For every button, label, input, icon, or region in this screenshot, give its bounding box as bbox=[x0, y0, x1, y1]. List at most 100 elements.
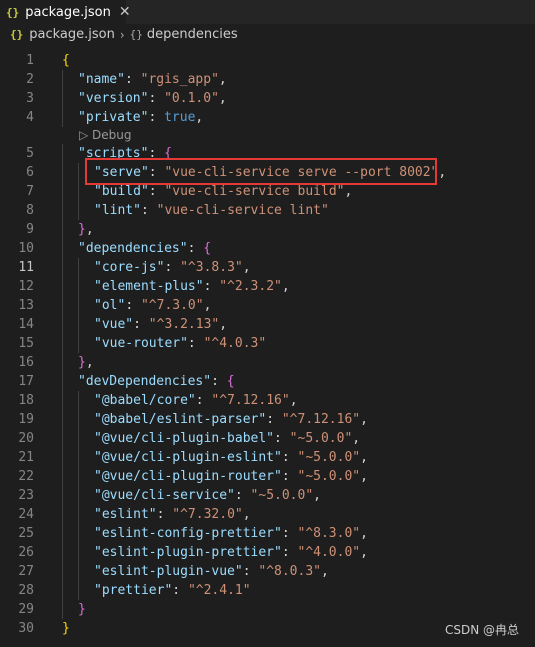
code-line[interactable]: 13 "ol": "^7.3.0", bbox=[0, 296, 535, 315]
line-number: 4 bbox=[26, 110, 34, 125]
code-token: , bbox=[195, 110, 204, 125]
code-token: true bbox=[164, 110, 196, 125]
code-token: "private" bbox=[78, 110, 149, 125]
line-number: 25 bbox=[18, 526, 34, 541]
code-token: , bbox=[218, 91, 227, 106]
code-token: , bbox=[85, 355, 94, 370]
indent-guide bbox=[62, 70, 63, 89]
indent-guide bbox=[62, 353, 63, 372]
indent-guide bbox=[78, 486, 79, 505]
code-token: : bbox=[281, 545, 298, 560]
indent-guide bbox=[62, 429, 63, 448]
code-content: { bbox=[62, 51, 70, 70]
code-token: : bbox=[140, 203, 157, 218]
code-line[interactable]: 23 "@vue/cli-service": "~5.0.0", bbox=[0, 486, 535, 505]
indent-guide bbox=[62, 144, 63, 163]
code-token: { bbox=[203, 241, 212, 256]
code-line[interactable]: 21 "@vue/cli-plugin-eslint": "~5.0.0", bbox=[0, 448, 535, 467]
code-token: , bbox=[360, 469, 368, 484]
object-symbol-icon: {} bbox=[129, 28, 143, 41]
breadcrumb: {} package.json › {} dependencies bbox=[0, 24, 535, 45]
breadcrumb-file[interactable]: package.json bbox=[29, 27, 115, 42]
code-token: "~5.0.0" bbox=[250, 488, 314, 503]
code-editor[interactable]: 1{2 "name": "rgis_app", 3 "version": "0.1.0… bbox=[0, 51, 535, 638]
indent-guide bbox=[78, 581, 79, 600]
code-token: "@babel/eslint-parser" bbox=[94, 412, 267, 427]
code-line[interactable]: 24 "eslint": "^7.32.0", bbox=[0, 505, 535, 524]
code-line[interactable]: 26 "eslint-plugin-prettier": "^4.0.0", bbox=[0, 543, 535, 562]
code-token: , bbox=[85, 222, 94, 237]
code-line[interactable]: 10 "dependencies": { bbox=[0, 239, 535, 258]
code-line[interactable]: 1{ bbox=[0, 51, 535, 70]
code-token: : bbox=[211, 374, 227, 389]
code-token: "^7.12.16" bbox=[211, 393, 290, 408]
code-content: "name": "rgis_app", bbox=[62, 70, 227, 89]
code-token: : bbox=[172, 583, 188, 598]
line-number: 13 bbox=[18, 298, 34, 313]
code-line[interactable]: 15 "vue-router": "^4.0.3" bbox=[0, 334, 535, 353]
code-line[interactable]: 11 "core-js": "^3.8.3", bbox=[0, 258, 535, 277]
code-token: "@vue/cli-plugin-babel" bbox=[94, 431, 275, 446]
code-line[interactable]: 16}, bbox=[0, 353, 535, 372]
code-line[interactable]: 18 "@babel/core": "^7.12.16", bbox=[0, 391, 535, 410]
breadcrumb-symbol[interactable]: dependencies bbox=[147, 27, 238, 42]
code-token: , bbox=[218, 72, 227, 87]
code-line[interactable]: 17 "devDependencies": { bbox=[0, 372, 535, 391]
indent-guide bbox=[62, 543, 63, 562]
code-token: "^3.2.13" bbox=[148, 317, 220, 332]
code-token: : bbox=[195, 393, 212, 408]
code-token: "^2.3.2" bbox=[219, 279, 282, 294]
line-number: 1 bbox=[26, 53, 34, 68]
code-content: "lint": "vue-cli-service lint" bbox=[62, 201, 329, 220]
code-line[interactable]: 19 "@babel/eslint-parser": "^7.12.16", bbox=[0, 410, 535, 429]
indent-guide bbox=[78, 467, 79, 486]
code-token: : bbox=[242, 564, 259, 579]
code-content: }, bbox=[62, 220, 94, 239]
code-line[interactable]: 20 "@vue/cli-plugin-babel": "~5.0.0", bbox=[0, 429, 535, 448]
code-line[interactable]: 27 "eslint-plugin-vue": "^8.0.3", bbox=[0, 562, 535, 581]
code-line[interactable]: 29} bbox=[0, 600, 535, 619]
code-line[interactable]: 2 "name": "rgis_app", bbox=[0, 70, 535, 89]
code-token: { bbox=[62, 53, 70, 68]
code-content: "@babel/eslint-parser": "^7.12.16", bbox=[62, 410, 368, 429]
code-line[interactable]: 3 "version": "0.1.0", bbox=[0, 89, 535, 108]
code-line[interactable]: 9}, bbox=[0, 220, 535, 239]
code-token: : bbox=[281, 526, 298, 541]
code-line[interactable]: 4 "private": true, bbox=[0, 108, 535, 127]
code-line[interactable]: 12 "element-plus": "^2.3.2", bbox=[0, 277, 535, 296]
code-line[interactable]: 8 "lint": "vue-cli-service lint" bbox=[0, 201, 535, 220]
code-token: "^2.4.1" bbox=[187, 583, 251, 598]
line-number: 7 bbox=[26, 184, 34, 199]
code-content: "eslint": "^7.32.0", bbox=[62, 505, 251, 524]
code-token: } bbox=[78, 602, 86, 617]
code-token: , bbox=[321, 564, 329, 579]
code-token: "^8.3.0" bbox=[297, 526, 361, 541]
code-token: "version" bbox=[78, 91, 149, 106]
code-line[interactable]: 22 "@vue/cli-plugin-router": "~5.0.0", bbox=[0, 467, 535, 486]
code-token: "eslint-config-prettier" bbox=[94, 526, 282, 541]
line-number: 16 bbox=[18, 355, 34, 370]
code-token: , bbox=[360, 545, 368, 560]
code-token: : bbox=[164, 260, 181, 275]
tab-package-json[interactable]: {} package.json ✕ bbox=[0, 0, 131, 24]
line-number: 15 bbox=[18, 336, 34, 351]
indent-guide bbox=[78, 277, 79, 296]
code-token: , bbox=[344, 184, 353, 199]
line-number: 22 bbox=[18, 469, 34, 484]
code-token: "ol" bbox=[94, 298, 126, 313]
code-token: : bbox=[281, 469, 298, 484]
codelens-debug[interactable]: ▷ Debug bbox=[0, 127, 535, 144]
code-line[interactable]: 14 "vue": "^3.2.13", bbox=[0, 315, 535, 334]
codelens-debug-button[interactable]: ▷ Debug bbox=[79, 127, 132, 144]
code-line[interactable]: 25 "eslint-config-prettier": "^8.3.0", bbox=[0, 524, 535, 543]
code-token: "vue-cli-service build" bbox=[164, 184, 345, 199]
close-icon[interactable]: ✕ bbox=[119, 4, 131, 20]
code-line[interactable]: 28 "prettier": "^2.4.1" bbox=[0, 581, 535, 600]
code-token: : bbox=[203, 279, 220, 294]
code-token: "vue-router" bbox=[94, 336, 188, 351]
line-number: 29 bbox=[18, 602, 34, 617]
code-content: }, bbox=[62, 353, 94, 372]
code-token: , bbox=[289, 393, 298, 408]
tab-bar: {} package.json ✕ bbox=[0, 0, 535, 24]
code-token: , bbox=[242, 507, 251, 522]
